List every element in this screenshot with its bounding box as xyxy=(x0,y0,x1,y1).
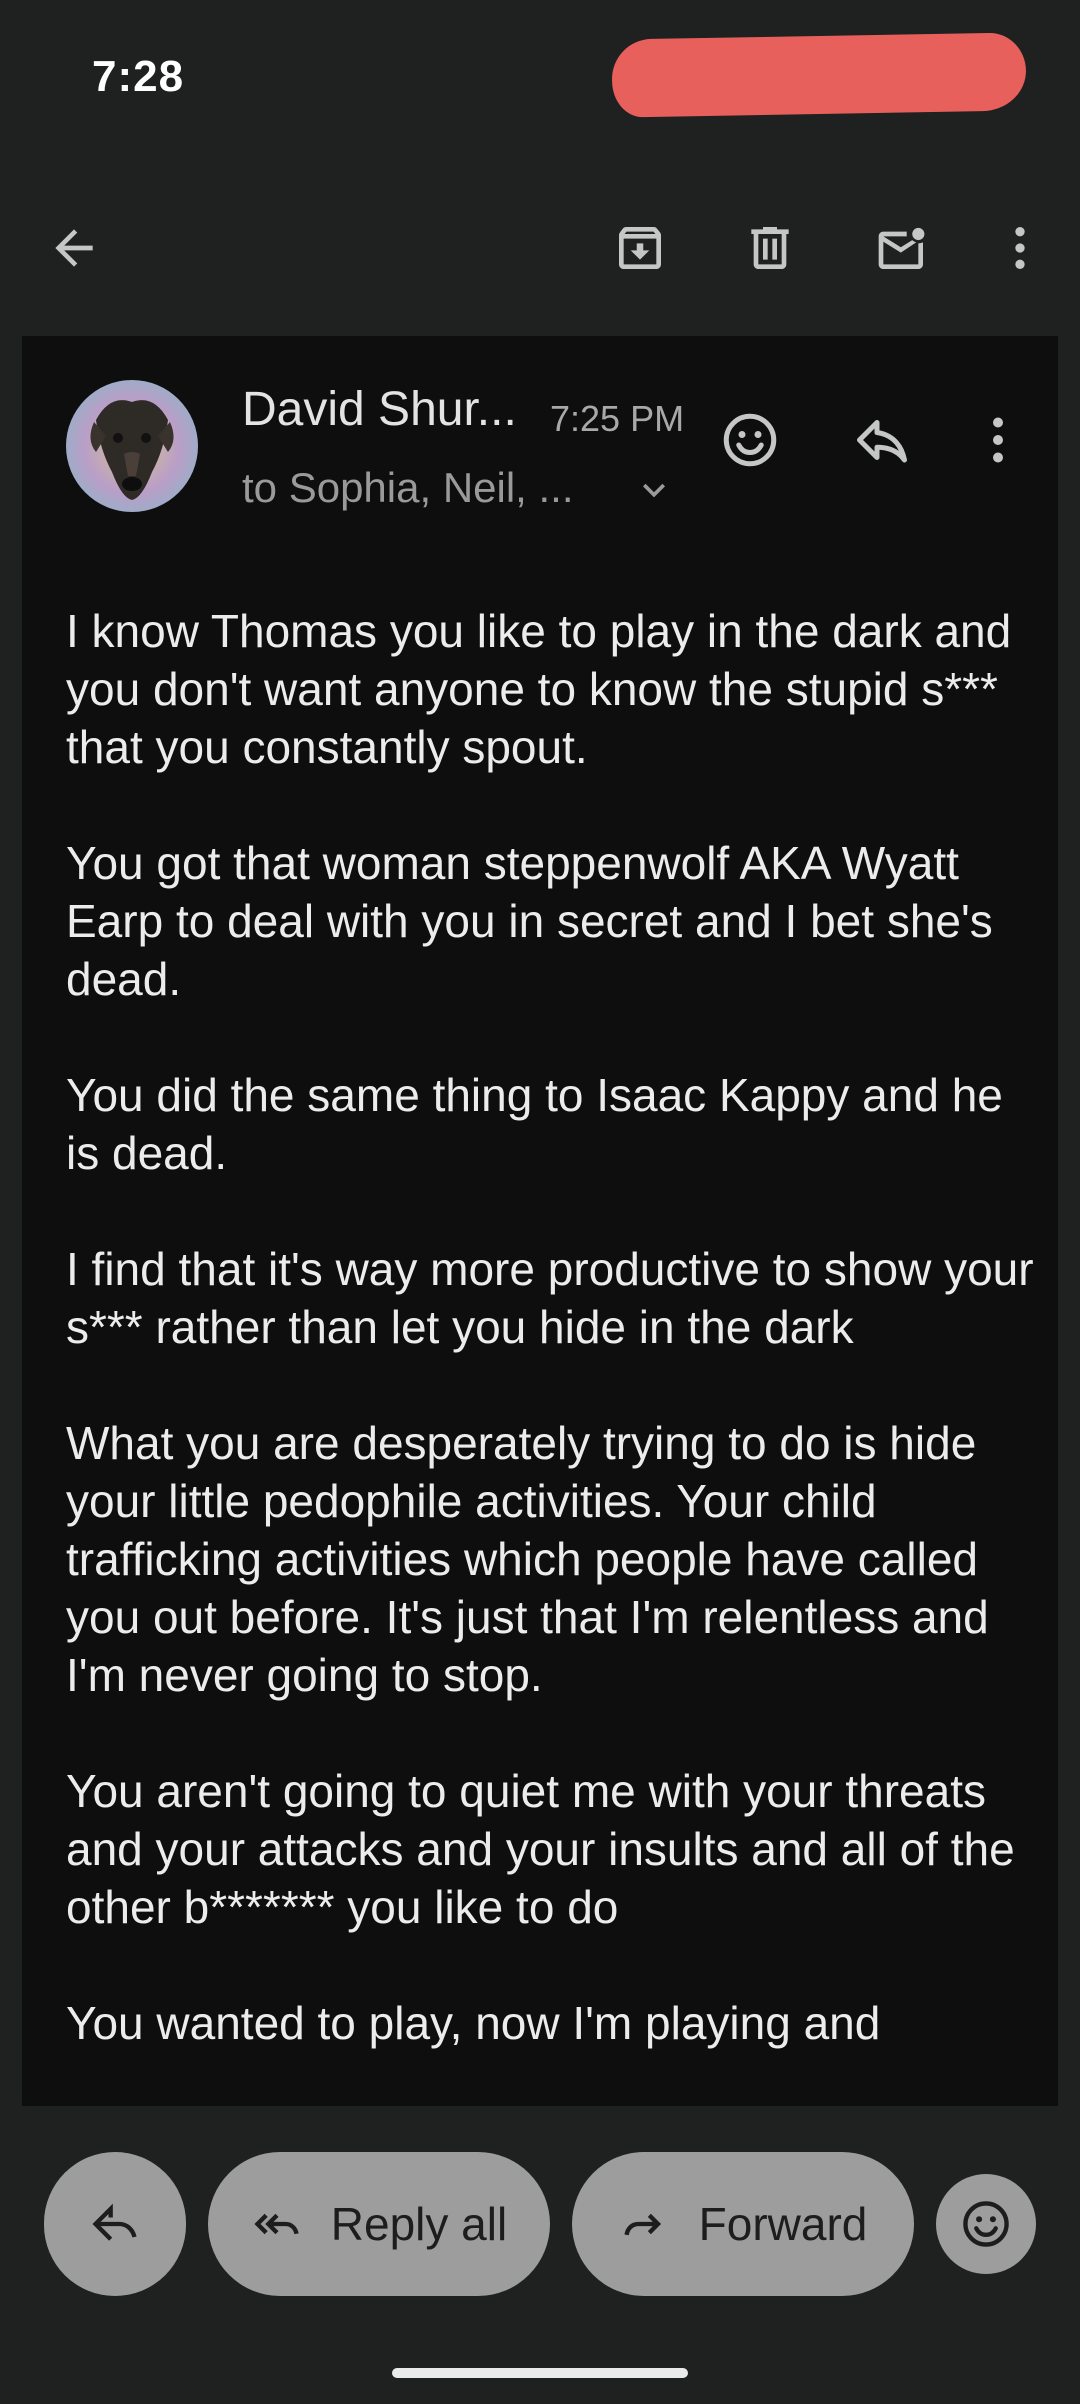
body-paragraph: I know Thomas you like to play in the da… xyxy=(66,605,1012,773)
status-time: 7:28 xyxy=(92,52,185,101)
status-bar: 7:28 xyxy=(0,0,1080,160)
more-vert-icon xyxy=(993,417,1003,463)
emoji-icon xyxy=(723,413,777,467)
recipients-summary[interactable]: to Sophia, Neil, ... xyxy=(242,464,574,512)
react-emoji-button[interactable] xyxy=(710,400,790,480)
mail-unread-icon xyxy=(878,227,925,269)
emoji-icon xyxy=(963,2201,1009,2247)
body-paragraph: You wanted to play, now I'm playing and xyxy=(66,1997,881,2049)
sender-name: David Shur... xyxy=(242,383,517,436)
reply-all-button[interactable]: Reply all xyxy=(208,2152,550,2296)
more-options-button[interactable] xyxy=(980,208,1060,288)
top-toolbar xyxy=(0,186,1080,310)
delete-button[interactable] xyxy=(730,208,810,288)
back-button[interactable] xyxy=(34,208,114,288)
archive-icon xyxy=(619,227,661,269)
chevron-down-icon[interactable] xyxy=(632,468,676,512)
forward-icon xyxy=(624,2213,661,2236)
email-time: 7:25 PM xyxy=(550,398,685,439)
mark-unread-button[interactable] xyxy=(862,208,942,288)
emoji-reaction-button[interactable] xyxy=(936,2174,1036,2274)
arrow-back-icon xyxy=(55,229,93,267)
forward-button[interactable]: Forward xyxy=(572,2152,914,2296)
reply-pill-button[interactable] xyxy=(44,2152,186,2296)
more-vert-icon xyxy=(1015,227,1025,269)
reply-button[interactable] xyxy=(842,400,922,480)
email-message-card: David Shur... 7:25 PM to Sophia, Neil, .… xyxy=(22,336,1058,2106)
forward-label: Forward xyxy=(698,2198,868,2250)
message-more-button[interactable] xyxy=(958,400,1038,480)
reply-icon xyxy=(857,420,907,463)
body-paragraph: You did the same thing to Isaac Kappy an… xyxy=(66,1069,1003,1179)
home-indicator[interactable] xyxy=(392,2368,688,2378)
body-paragraph: You got that woman steppenwolf AKA Wyatt… xyxy=(66,837,993,1005)
body-paragraph: I find that it's way more productive to … xyxy=(66,1243,1034,1353)
sender-avatar[interactable] xyxy=(66,380,198,512)
email-body: I know Thomas you like to play in the da… xyxy=(66,602,1036,2106)
trash-icon xyxy=(751,227,789,269)
reply-all-icon xyxy=(254,2213,299,2235)
archive-button[interactable] xyxy=(600,208,680,288)
bottom-action-bar: Reply all Forward xyxy=(0,2106,1080,2306)
redaction-mark xyxy=(611,32,1027,118)
body-paragraph: What you are desperately trying to do is… xyxy=(66,1417,989,1701)
reply-icon xyxy=(92,2203,137,2241)
reply-all-label: Reply all xyxy=(330,2198,508,2250)
body-paragraph: You aren't going to quiet me with your t… xyxy=(66,1765,1015,1933)
